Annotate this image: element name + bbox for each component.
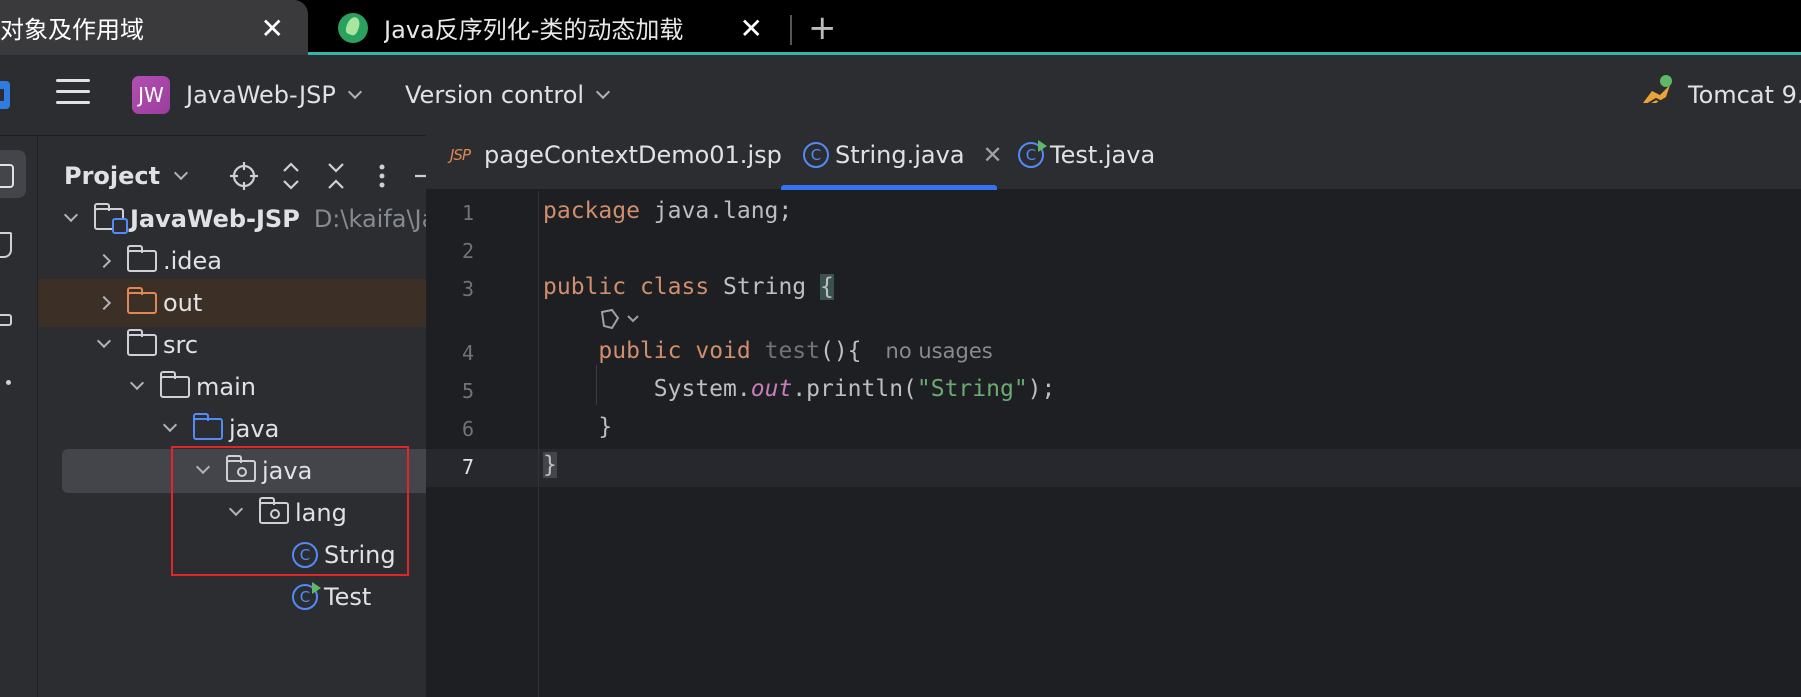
- browser-tab-active[interactable]: 对象及作用域 ✕: [0, 0, 308, 55]
- line-number: 5: [461, 379, 474, 403]
- browser-tab-title: 对象及作用域: [0, 16, 144, 44]
- line-number: 7: [461, 455, 474, 479]
- tree-item-label: main: [196, 373, 256, 401]
- chevron-right-icon[interactable]: [96, 253, 112, 269]
- current-line-highlight: [426, 449, 1801, 487]
- ide-logo-icon[interactable]: [0, 81, 10, 109]
- project-panel: Project JavaWeb-JSP D:\kaifa\JavaWeb .id…: [38, 136, 488, 697]
- tree-item-test-class[interactable]: C Test: [38, 573, 487, 621]
- tool-window-strip: [0, 136, 38, 697]
- tree-item-label: src: [163, 331, 199, 359]
- browser-tab-strip: 对象及作用域 ✕ Java反序列化-类的动态加载 ✕ +: [0, 0, 1801, 55]
- folder-icon: [127, 245, 157, 272]
- chevron-down-icon[interactable]: [162, 417, 178, 433]
- code-line-4[interactable]: public void test(){no usages: [543, 338, 993, 364]
- tab-label: Test.java: [1050, 141, 1156, 169]
- project-title-label: Project: [64, 162, 161, 190]
- tree-item-label: .idea: [163, 247, 223, 275]
- close-icon[interactable]: ✕: [261, 12, 284, 45]
- project-name: JavaWeb-JSP: [186, 81, 336, 109]
- tree-item-label: Test: [324, 583, 372, 611]
- tab-pagecontextdemo01-jsp[interactable]: JSP pageContextDemo01.jsp: [450, 120, 782, 190]
- line-number: 3: [461, 277, 474, 301]
- close-tab-icon[interactable]: ✕: [983, 141, 1003, 169]
- more-tools-icon[interactable]: [6, 380, 11, 385]
- line-number: 1: [461, 201, 474, 225]
- code-line-3[interactable]: public class String {: [543, 274, 834, 300]
- usage-hint[interactable]: no usages: [886, 339, 993, 363]
- highlight-annotation-box: [171, 446, 409, 576]
- class-icon: C: [803, 142, 829, 168]
- chevron-down-icon: [347, 84, 362, 100]
- tree-item-label: out: [163, 289, 203, 317]
- new-tab-plus-icon[interactable]: +: [808, 8, 837, 48]
- chevron-down-icon[interactable]: [63, 207, 79, 223]
- version-control-menu[interactable]: Version control: [405, 81, 611, 109]
- folder-icon: [160, 371, 190, 398]
- tree-item-label: java: [229, 415, 280, 443]
- browser-tab-title: Java反序列化-类的动态加载: [384, 16, 684, 44]
- jsp-file-icon: JSP: [450, 146, 471, 164]
- run-configuration[interactable]: Tomcat 9.0: [1688, 81, 1801, 109]
- collapse-all-icon[interactable]: [320, 160, 352, 192]
- code-editor: JSP pageContextDemo01.jsp C String.java …: [426, 120, 1801, 697]
- tree-item-out[interactable]: out: [38, 279, 487, 327]
- chevron-down-icon[interactable]: [96, 333, 112, 349]
- project-tool-icon[interactable]: [0, 150, 26, 198]
- tree-item-idea[interactable]: .idea: [38, 237, 487, 285]
- tab-separator: [790, 15, 792, 45]
- excluded-folder-icon: [127, 287, 157, 314]
- project-badge[interactable]: JW: [132, 76, 170, 114]
- line-number: 4: [461, 341, 474, 365]
- chevron-down-icon[interactable]: [129, 375, 145, 391]
- line-number: 6: [461, 417, 474, 441]
- runnable-class-icon: C: [292, 582, 321, 610]
- ai-assist-icon[interactable]: [598, 306, 642, 332]
- locate-icon[interactable]: [228, 160, 260, 192]
- running-status-dot: [1660, 75, 1672, 87]
- leaf-favicon-icon: [338, 12, 368, 43]
- chevron-right-icon[interactable]: [96, 295, 112, 311]
- chevron-down-icon: [174, 165, 189, 181]
- structure-tool-icon[interactable]: [0, 314, 12, 326]
- project-switcher[interactable]: JavaWeb-JSP: [186, 81, 362, 109]
- line-number-gutter: 1 2 3 4 5 6 7: [426, 191, 538, 697]
- code-line-5[interactable]: System.out.println("String");: [543, 376, 1056, 402]
- source-folder-icon: [193, 413, 223, 440]
- code-line-6[interactable]: }: [543, 414, 612, 440]
- line-number: 2: [461, 239, 474, 263]
- gutter-divider: [538, 191, 539, 697]
- tree-item-src[interactable]: src: [38, 321, 487, 369]
- tab-label: String.java: [835, 141, 965, 169]
- browser-tab-other[interactable]: Java反序列化-类的动态加载 ✕: [330, 0, 775, 55]
- code-line-1[interactable]: package java.lang;: [543, 198, 792, 224]
- tab-test-java[interactable]: C Test.java: [1018, 120, 1155, 190]
- code-line-7[interactable]: }: [543, 452, 557, 478]
- project-panel-title[interactable]: Project: [64, 162, 189, 190]
- tab-label: pageContextDemo01.jsp: [484, 141, 782, 169]
- tab-string-java[interactable]: C String.java ✕: [781, 120, 1003, 190]
- main-menu-icon[interactable]: [56, 79, 90, 109]
- close-icon[interactable]: ✕: [740, 12, 763, 45]
- tree-item-main[interactable]: main: [38, 363, 487, 411]
- options-icon[interactable]: [366, 160, 398, 192]
- project-folder-icon: [94, 203, 128, 234]
- chevron-down-icon: [596, 84, 611, 100]
- editor-tabs: JSP pageContextDemo01.jsp C String.java …: [426, 120, 1801, 190]
- folder-icon: [127, 329, 157, 356]
- version-control-label: Version control: [405, 81, 585, 109]
- tree-item-label: JavaWeb-JSP: [130, 205, 300, 233]
- runnable-class-icon: C: [1018, 140, 1047, 168]
- expand-all-icon[interactable]: [275, 160, 307, 192]
- tree-item-project-root[interactable]: JavaWeb-JSP D:\kaifa\JavaWeb: [38, 195, 487, 243]
- bookmarks-tool-icon[interactable]: [0, 232, 12, 258]
